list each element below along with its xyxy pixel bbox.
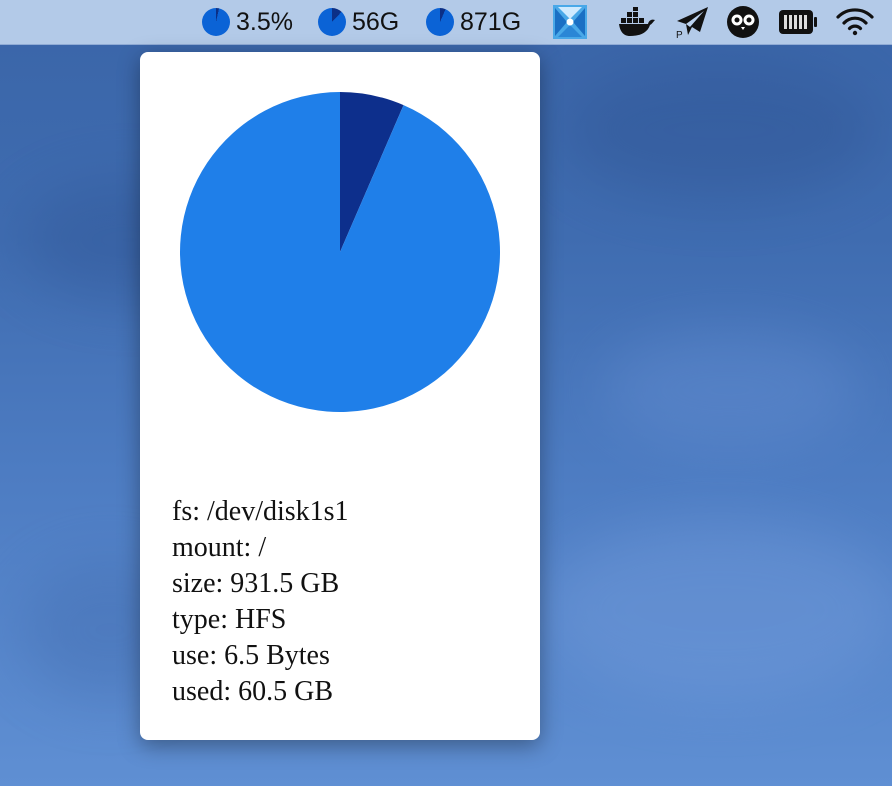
mount-text: mount: / [172,532,267,563]
pie-slice-free [180,92,500,412]
disk-label: 871G [460,7,522,36]
background-cloud [540,520,892,700]
background-cloud [560,60,880,200]
disk-status-item[interactable]: 871G [426,0,521,44]
docker-icon[interactable] [618,0,656,44]
menu-bar: 3.5% 56G 871G P [0,0,892,45]
cpu-status-item[interactable]: 3.5% [202,0,293,44]
disk-pie-icon [426,8,454,36]
paper-plane-icon[interactable]: P [674,0,710,44]
memory-label: 56G [352,7,400,36]
battery-icon[interactable] [778,0,818,44]
owl-icon[interactable] [726,0,760,44]
type-text: type: HFS [172,604,287,635]
disk-usage-pie-chart [180,92,500,412]
use-text: use: 6.5 Bytes [172,640,330,671]
disk-info-list: fs: /dev/disk1s1 mount: / size: 931.5 GB… [172,494,349,710]
background-cloud [600,330,860,450]
size-text: size: 931.5 GB [172,568,340,599]
cpu-label: 3.5% [236,7,293,36]
memory-pie-icon [318,8,346,36]
memory-status-item[interactable]: 56G [318,0,399,44]
cpu-pie-icon [202,8,230,36]
filesystem-text: fs: /dev/disk1s1 [172,496,349,527]
disk-info-popup: fs: /dev/disk1s1 mount: / size: 931.5 GB… [140,52,540,740]
used-text: used: 60.5 GB [172,676,333,707]
wifi-icon[interactable] [836,0,874,44]
app-logo-icon[interactable] [552,0,588,44]
svg-text:P: P [676,30,683,39]
